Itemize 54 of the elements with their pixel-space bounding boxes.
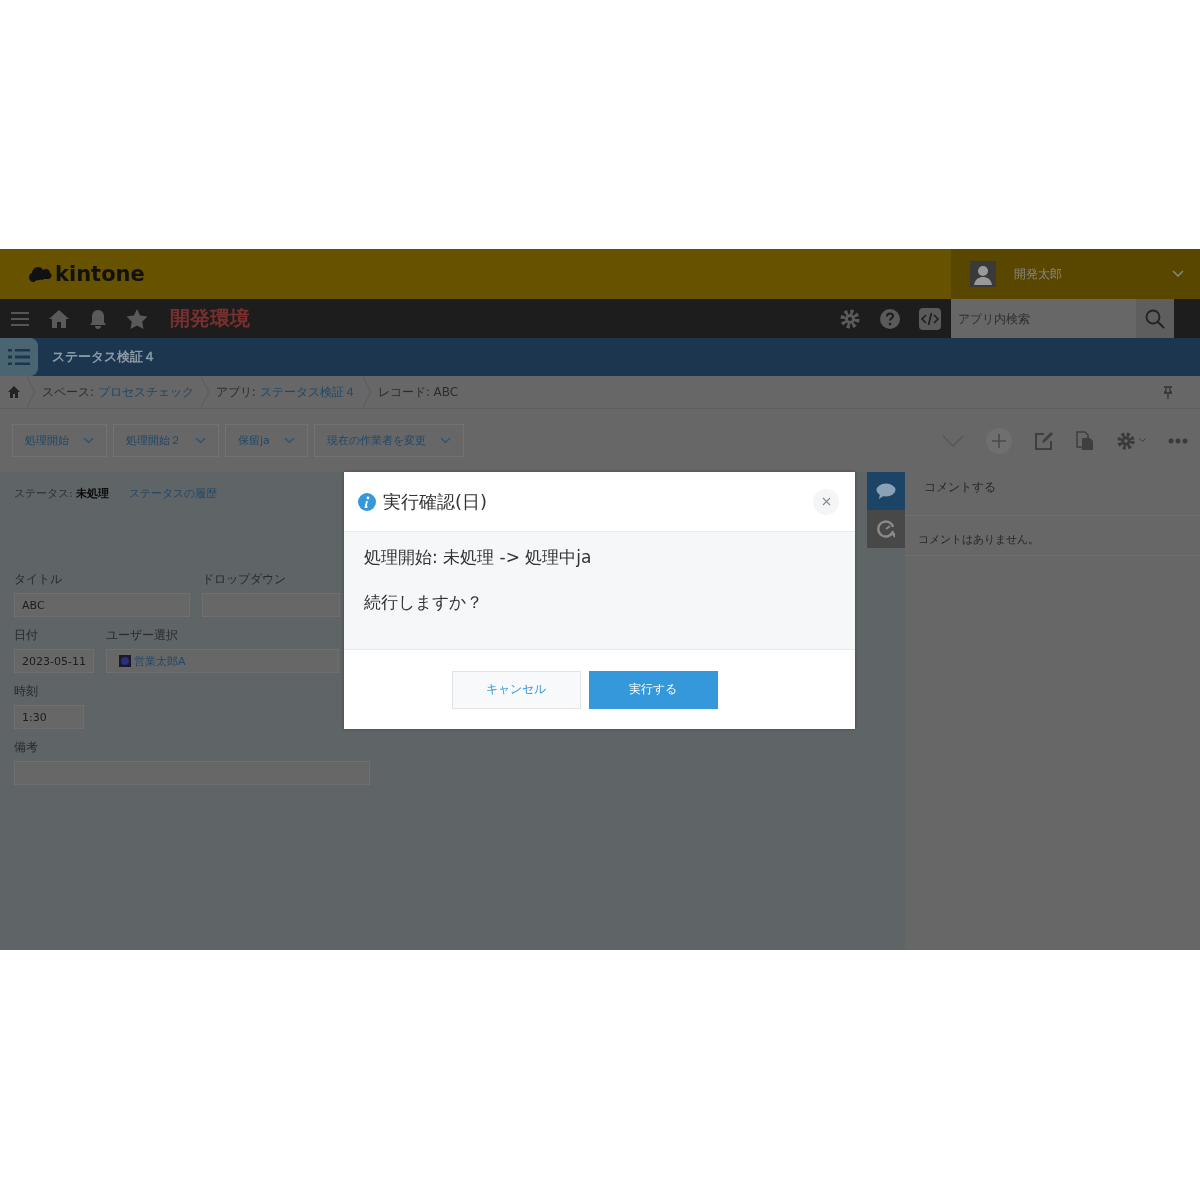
process-action-button[interactable]: 処理開始２ [113,424,219,457]
caret-icon [439,437,451,444]
dialog-message: 処理開始: 未処理 -> 処理中ja [364,546,593,569]
process-action-button[interactable]: 保留ja [225,424,308,457]
list-icon [8,349,30,365]
cloud-logo-icon [28,265,52,283]
process-action-button[interactable]: 現在の作業者を変更 [313,424,464,457]
search-icon [1145,308,1165,329]
field-value-box: 営業太郎A [106,649,339,673]
app-title: ステータス検証４ [52,348,156,366]
dialog-message: 続行しますか？ [364,591,484,614]
clock-refresh-icon [876,519,896,539]
close-button[interactable] [813,488,839,515]
caret-icon [1139,438,1146,443]
menu-icon[interactable] [10,310,30,327]
user-menu[interactable]: 開発太郎 [951,249,1200,299]
field-value-box: ABC [14,593,190,617]
home-icon[interactable] [48,308,70,329]
copy-document-icon[interactable] [1076,430,1094,451]
info-icon [358,492,376,511]
star-icon[interactable] [126,308,148,329]
cancel-button[interactable]: キャンセル [451,670,581,709]
search-button[interactable] [1136,299,1174,338]
user-avatar-icon [119,655,131,667]
field-value-box: 1:30 [14,705,84,729]
app-list-button[interactable] [0,338,38,376]
settings-icon[interactable] [839,307,861,330]
process-action-button[interactable]: 処理開始 [12,424,107,457]
comments-tab[interactable] [867,472,905,510]
logo-text: kintone [55,262,145,286]
avatar-silhouette-icon [970,261,996,287]
dialog-title: 実行確認(日) [383,489,488,514]
home-icon[interactable] [8,386,20,398]
code-icon[interactable] [919,307,941,330]
close-icon [821,497,831,506]
more-icon[interactable] [1168,437,1188,444]
pin-icon[interactable] [1164,385,1172,399]
field-label: 時刻 [14,683,39,700]
field-value-box: 2023-05-11 [14,649,94,673]
help-icon[interactable] [879,307,901,330]
add-icon[interactable] [986,427,1012,454]
settings-menu-button[interactable] [1116,430,1146,451]
history-tab[interactable] [867,510,905,548]
user-name: 開発太郎 [1014,265,1062,283]
settings-icon [1116,430,1136,451]
caret-icon [195,437,206,444]
edit-icon[interactable] [1034,430,1054,451]
chevron-down-icon [1172,270,1184,278]
execute-button[interactable]: 実行する [588,670,718,709]
environment-title: 開発環境 [170,305,250,332]
caret-icon [283,437,295,444]
bell-icon[interactable] [88,308,108,329]
speech-bubble-icon [876,483,896,499]
caret-icon [83,437,94,444]
